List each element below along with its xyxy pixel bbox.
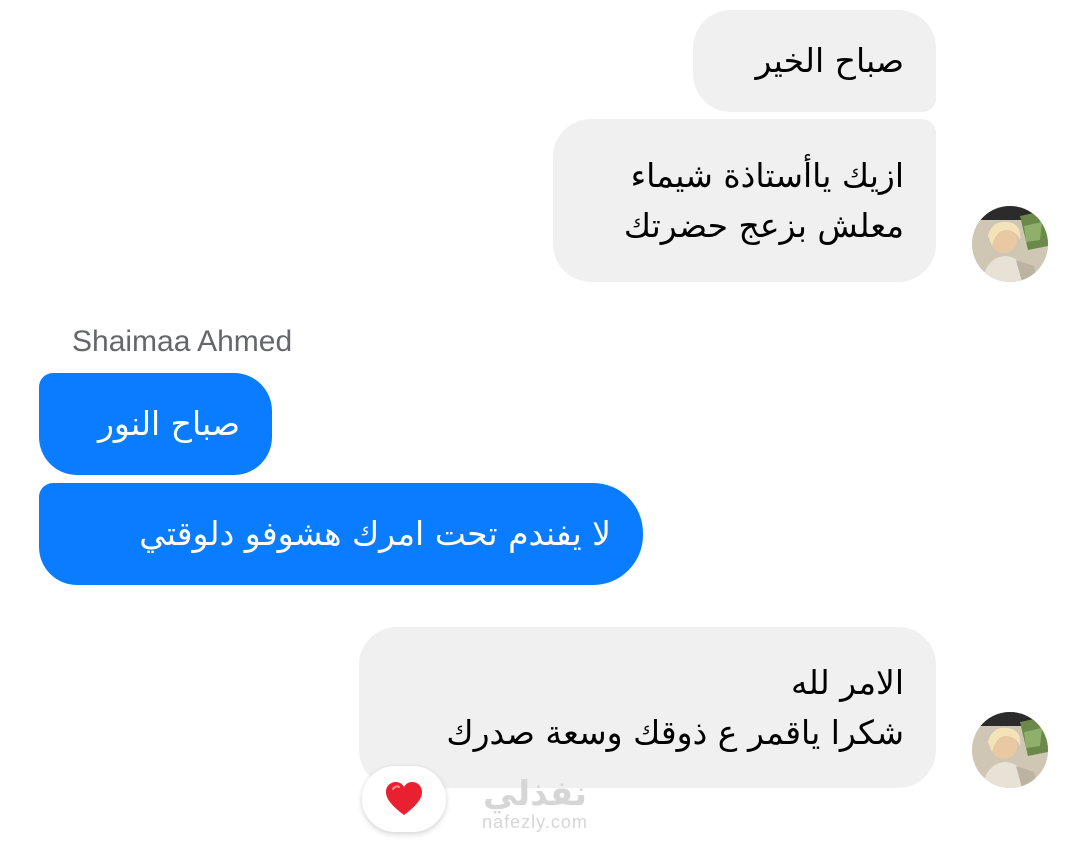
profile-photo-icon — [972, 206, 1048, 282]
watermark-latin: nafezly.com — [482, 812, 588, 832]
message-text: صباح الخير — [755, 41, 904, 80]
heart-icon — [386, 782, 422, 815]
chat-thread: صباح الخير ازيك ياأستاذة شيماء معلش بزعج… — [0, 0, 1073, 844]
message-bubble-outgoing[interactable]: صباح النور — [39, 373, 272, 475]
message-bubble-incoming[interactable]: الامر لله شكرا ياقمر ع ذوقك وسعة صدرك — [359, 627, 936, 788]
message-text: صباح النور — [98, 404, 240, 443]
message-text: ازيك ياأستاذة شيماء — [630, 155, 904, 195]
sender-name: Shaimaa Ahmed — [72, 325, 293, 358]
avatar[interactable] — [972, 206, 1048, 282]
message-text: الامر لله — [790, 662, 904, 702]
message-bubble-incoming[interactable]: صباح الخير — [693, 10, 936, 112]
message-text: لا يفندم تحت امرك هشوفو دلوقتي — [139, 514, 611, 553]
watermark: نفذلي nafezly.com — [470, 776, 600, 832]
profile-photo-icon — [972, 712, 1048, 788]
message-text: معلش بزعج حضرتك — [623, 205, 904, 245]
message-text: شكرا ياقمر ع ذوقك وسعة صدرك — [446, 712, 904, 752]
message-bubble-incoming[interactable]: ازيك ياأستاذة شيماء معلش بزعج حضرتك — [553, 119, 936, 282]
reaction-badge[interactable] — [362, 766, 446, 832]
avatar[interactable] — [972, 712, 1048, 788]
watermark-arabic: نفذلي — [482, 774, 588, 814]
message-bubble-outgoing[interactable]: لا يفندم تحت امرك هشوفو دلوقتي — [39, 483, 643, 585]
